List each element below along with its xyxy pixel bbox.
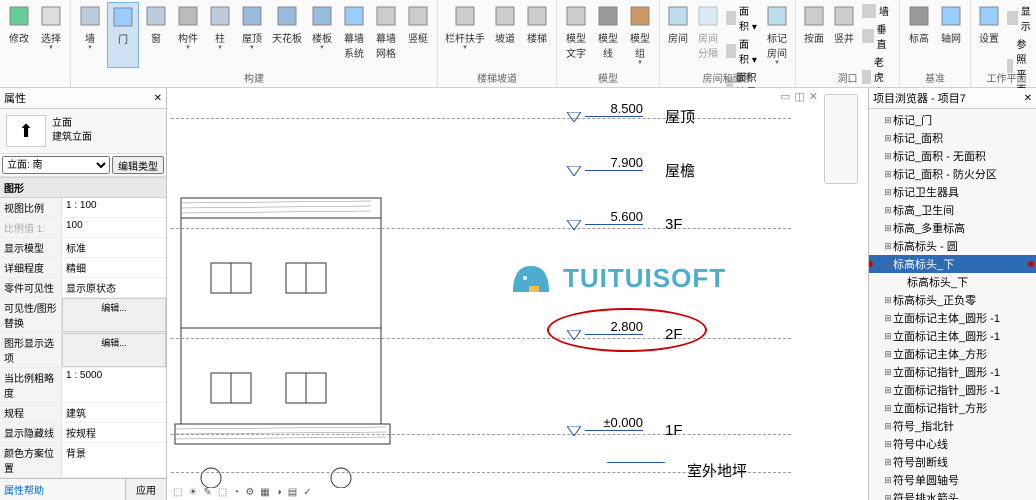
ribbon-面积▾[interactable]: 面积 ▾ xyxy=(724,2,761,34)
ribbon-模型线[interactable]: 模型线 xyxy=(593,2,623,68)
ribbon-门[interactable]: 门 xyxy=(107,2,139,68)
tree-item[interactable]: ⊞标记_面积 - 防火分区 xyxy=(869,165,1036,183)
ribbon-面积▾[interactable]: 面积 ▾ xyxy=(724,35,761,67)
tree-item[interactable]: ⊞符号_指北针 xyxy=(869,417,1036,435)
close-icon[interactable]: ✕ xyxy=(154,93,162,104)
ribbon-竖井[interactable]: 竖井 xyxy=(830,2,858,68)
ribbon-楼板[interactable]: 楼板▼ xyxy=(307,2,337,68)
browser-title: 项目浏览器 - 项目7 xyxy=(873,90,966,106)
ribbon-模型文字[interactable]: 模型文字 xyxy=(561,2,591,68)
browser-header: 项目浏览器 - 项目7 ✕ xyxy=(869,88,1036,109)
ribbon-选择[interactable]: 选择▼ xyxy=(36,2,66,68)
ribbon-标记房间[interactable]: 标记房间▼ xyxy=(763,2,791,68)
selection-highlight xyxy=(547,308,707,352)
tree-item[interactable]: ⊟标高标头_下 xyxy=(869,255,1036,273)
ribbon-房间[interactable]: 房间 xyxy=(664,2,692,68)
level-mark-室外地坪[interactable]: 室外地坪 xyxy=(607,460,747,481)
tree-item[interactable]: ⊞立面标记指针_圆形 -1 xyxy=(869,381,1036,399)
properties-header: 属性 ✕ xyxy=(0,88,166,109)
ribbon-标高[interactable]: 标高 xyxy=(904,2,934,68)
props-row[interactable]: 颜色方案位置背景 xyxy=(0,443,166,478)
tree-item[interactable]: ⊞符号中心线 xyxy=(869,435,1036,453)
ribbon-天花板[interactable]: 天花板 xyxy=(269,2,305,68)
props-section: 图形 xyxy=(0,177,166,198)
props-row[interactable]: 比例值 1:100 xyxy=(0,218,166,238)
ribbon-按面[interactable]: 按面 xyxy=(800,2,828,68)
subtype-label: 建筑立面 xyxy=(52,131,92,145)
level-line[interactable] xyxy=(171,434,791,435)
ribbon-幕墙系统[interactable]: 幕墙系统 xyxy=(339,2,369,68)
drawing-canvas[interactable]: ▭◫✕ xyxy=(167,88,868,500)
property-help-link[interactable]: 属性帮助 xyxy=(0,479,125,500)
type-selector[interactable]: ⬆ 立面 建筑立面 xyxy=(0,109,166,154)
props-row[interactable]: 详细程度精细 xyxy=(0,258,166,278)
tree-item[interactable]: ⊞符号单圆轴号 xyxy=(869,471,1036,489)
ribbon-垂直[interactable]: 垂直 xyxy=(860,20,895,52)
properties-title: 属性 xyxy=(4,90,26,106)
instance-select[interactable]: 立面: 南 xyxy=(2,156,110,174)
ribbon-柱[interactable]: 柱▼ xyxy=(205,2,235,68)
tree-item[interactable]: ⊞符号剖断线 xyxy=(869,453,1036,471)
tree-item[interactable]: ⊞标记_面积 - 无面积 xyxy=(869,147,1036,165)
level-mark-3F[interactable]: 5.6003F xyxy=(567,216,683,233)
level-line[interactable] xyxy=(171,228,791,229)
edit-type-button[interactable]: 编辑类型 xyxy=(112,156,164,174)
ribbon-构件[interactable]: 构件▼ xyxy=(173,2,203,68)
tree-item[interactable]: ⊞立面标记指针_圆形 -1 xyxy=(869,363,1036,381)
apply-button[interactable]: 应用 xyxy=(125,479,166,500)
ribbon-模型组[interactable]: 模型组▼ xyxy=(625,2,655,68)
props-row[interactable]: 可见性/图形替换编辑... xyxy=(0,298,166,333)
level-line[interactable] xyxy=(171,118,791,119)
ribbon-轴网[interactable]: 轴网 xyxy=(936,2,966,68)
type-thumb: ⬆ xyxy=(6,115,46,147)
props-row[interactable]: 显示隐藏线按规程 xyxy=(0,423,166,443)
watermark: TUITUISOFT xyxy=(507,258,726,298)
tree-item[interactable]: ⊞标记卫生器具 xyxy=(869,183,1036,201)
ribbon-修改[interactable]: 修改 xyxy=(4,2,34,68)
view-status-bar[interactable]: ⬚☀✎⬚◔⚙▦◑▤✓ xyxy=(171,487,314,498)
tree-item[interactable]: 标高标头_下 xyxy=(869,273,1036,291)
level-mark-屋檐[interactable]: 7.900屋檐 xyxy=(567,160,695,181)
tree-item[interactable]: ⊞标记_面积 xyxy=(869,129,1036,147)
tree-item[interactable]: ⊞立面标记指针_方形 xyxy=(869,399,1036,417)
ribbon-显示[interactable]: 显示 xyxy=(1005,2,1036,34)
ribbon-墙[interactable]: 墙▼ xyxy=(75,2,105,68)
tree-item[interactable]: ⊞标高_卫生间 xyxy=(869,201,1036,219)
ribbon-设置[interactable]: 设置 xyxy=(975,2,1003,68)
ribbon-屋顶[interactable]: 屋顶▼ xyxy=(237,2,267,68)
type-label: 立面 xyxy=(52,117,92,131)
tree-item[interactable]: ⊞标高标头 - 圆 xyxy=(869,237,1036,255)
ribbon-竖梃[interactable]: 竖梃 xyxy=(403,2,433,68)
tree-item[interactable]: ⊞标高_多重标高 xyxy=(869,219,1036,237)
props-row[interactable]: 视图比例1 : 100 xyxy=(0,198,166,218)
tree-item[interactable]: ⊞立面标记主体_圆形 -1 xyxy=(869,327,1036,345)
props-row[interactable]: 显示模型标准 xyxy=(0,238,166,258)
level-mark-1F[interactable]: ±0.0001F xyxy=(567,422,683,439)
ribbon-坡道[interactable]: 坡道 xyxy=(490,2,520,68)
ribbon-墙[interactable]: 墙 xyxy=(860,2,895,19)
props-row[interactable]: 零件可见性显示原状态 xyxy=(0,278,166,298)
ribbon-楼梯[interactable]: 楼梯 xyxy=(522,2,552,68)
tree-item[interactable]: ⊞标记_门 xyxy=(869,111,1036,129)
tree-item[interactable]: ⊞标高标头_正负零 xyxy=(869,291,1036,309)
tree-item[interactable]: ⊞符号排水箭头 xyxy=(869,489,1036,500)
ribbon-栏杆扶手[interactable]: 栏杆扶手▼ xyxy=(442,2,488,68)
props-row[interactable]: 当比例粗略度1 : 5000 xyxy=(0,368,166,403)
ribbon-幕墙网格[interactable]: 幕墙网格 xyxy=(371,2,401,68)
level-mark-屋顶[interactable]: 8.500屋顶 xyxy=(567,106,695,127)
ribbon-房间分隔[interactable]: 房间分隔 xyxy=(694,2,722,68)
ribbon-窗[interactable]: 窗 xyxy=(141,2,171,68)
props-row[interactable]: 图形显示选项编辑... xyxy=(0,333,166,368)
close-icon[interactable]: ✕ xyxy=(1024,93,1032,104)
tree-item[interactable]: ⊞立面标记主体_方形 xyxy=(869,345,1036,363)
tree-item[interactable]: ⊞立面标记主体_圆形 -1 xyxy=(869,309,1036,327)
props-row[interactable]: 规程建筑 xyxy=(0,403,166,423)
